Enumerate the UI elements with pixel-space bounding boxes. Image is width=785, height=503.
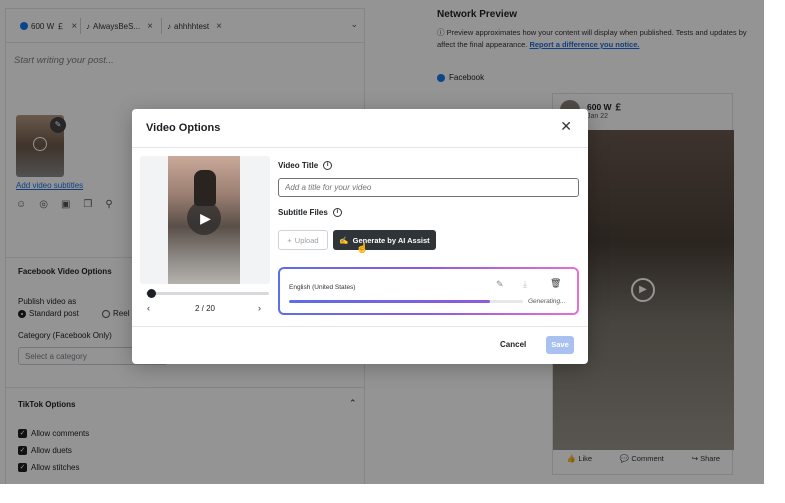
modal-title: Video Options <box>146 122 221 134</box>
pointer-cursor-icon: ☝ <box>356 243 369 254</box>
app-root: 600 W ￡ × ♪ AlwaysBeS... × ♪ ahhhhtest ×… <box>0 0 785 503</box>
subtitle-file-card-body: English (United States) ✎ ⤓ 🗑 Generating… <box>280 269 577 313</box>
label-text: Subtitle Files <box>278 208 328 217</box>
video-title-label: Video Title i <box>278 161 333 170</box>
progress-fill <box>289 300 491 303</box>
button-label: Upload <box>294 235 319 245</box>
subtitle-file-card: English (United States) ✎ ⤓ 🗑 Generating… <box>278 267 579 315</box>
subtitle-language: English (United States) <box>289 284 356 291</box>
cancel-button[interactable]: Cancel <box>500 340 526 349</box>
video-preview: ▶ <box>140 156 270 284</box>
label-text: Video Title <box>278 161 319 170</box>
subtitle-files-label: Subtitle Files i <box>278 208 342 217</box>
info-icon[interactable]: i <box>323 161 333 170</box>
page-margin <box>0 484 785 503</box>
divider <box>132 326 588 327</box>
subtitle-progress-bar <box>289 300 523 303</box>
video-title-input[interactable] <box>278 178 579 197</box>
plus-icon: + <box>287 235 292 245</box>
video-scrubber[interactable] <box>146 292 269 295</box>
video-frame: ▶ <box>168 156 240 284</box>
edit-icon[interactable]: ✎ <box>496 279 504 290</box>
chevron-right-icon[interactable]: › <box>258 303 261 313</box>
divider <box>132 147 588 148</box>
trash-icon[interactable]: 🗑 <box>550 278 561 289</box>
video-options-modal: Video Options ✕ ▶ ‹ 2 / 20 › Video Title… <box>132 109 588 364</box>
save-button[interactable]: Save <box>546 336 574 354</box>
play-icon[interactable]: ▶ <box>187 201 221 235</box>
page-margin <box>764 0 785 503</box>
ai-assist-icon: ✍ <box>339 235 349 245</box>
frame-counter: 2 / 20 <box>194 304 215 313</box>
download-icon[interactable]: ⤓ <box>523 279 527 290</box>
subtitle-status: Generating... <box>528 298 566 305</box>
chevron-left-icon[interactable]: ‹ <box>147 303 150 313</box>
upload-button[interactable]: + Upload <box>278 230 328 250</box>
scrubber-handle[interactable] <box>147 289 156 298</box>
info-icon[interactable]: i <box>332 208 342 217</box>
close-icon[interactable]: ✕ <box>560 119 572 133</box>
generate-ai-assist-button[interactable]: ✍ Generate by AI Assist <box>333 230 436 250</box>
